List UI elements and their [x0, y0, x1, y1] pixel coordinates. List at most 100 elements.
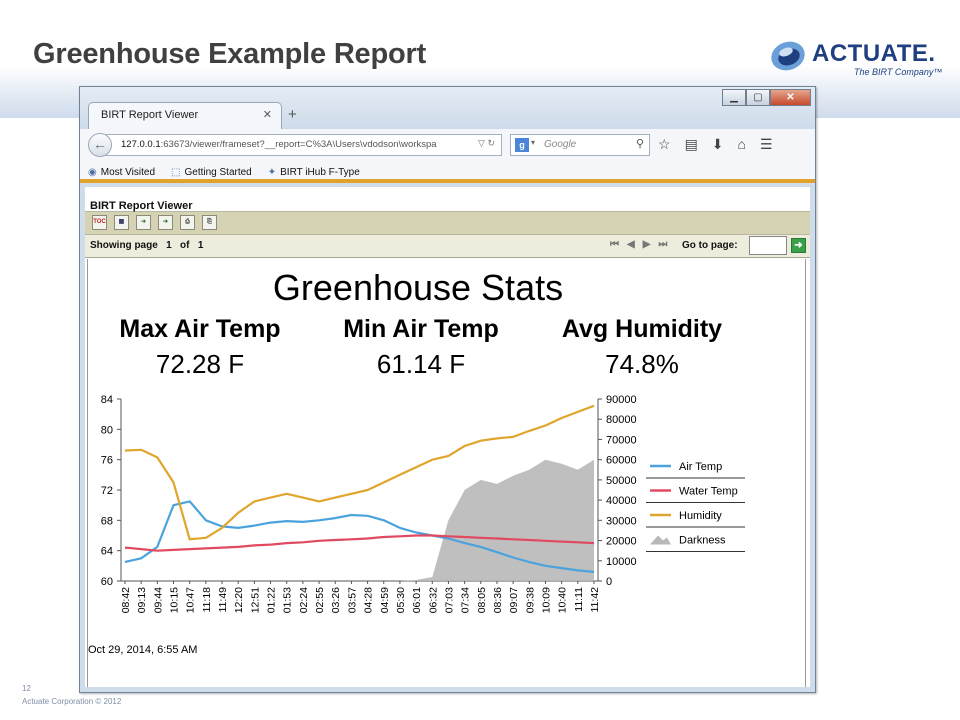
- right-tick-label: 60000: [606, 455, 637, 467]
- menu-icon[interactable]: ☰: [760, 136, 773, 153]
- birt-icon: ✦: [267, 167, 277, 178]
- left-tick-label: 68: [101, 515, 113, 527]
- birt-viewer: BIRT Report Viewer TOC ▦ ➜ ➔ ⎙ ⎘ Showing…: [85, 187, 810, 687]
- first-page-icon[interactable]: ⏮: [610, 239, 619, 250]
- search-placeholder: Google: [544, 139, 577, 150]
- star-icon[interactable]: ☆: [658, 136, 671, 153]
- x-tick-label: 12:20: [233, 587, 245, 613]
- x-tick-label: 07:34: [460, 587, 472, 613]
- legend-humidity-label: Humidity: [679, 510, 722, 522]
- bookmark-icon: ◉: [88, 167, 97, 178]
- viewer-toolbar: TOC ▦ ➜ ➔ ⎙ ⎘: [85, 212, 810, 235]
- x-tick-label: 10:47: [185, 587, 197, 613]
- tab-title: BIRT Report Viewer: [101, 109, 199, 121]
- stat-value-avg-humidity: 74.8%: [605, 349, 679, 379]
- right-tick-label: 80000: [606, 414, 637, 426]
- actuate-swirl-icon: [771, 41, 805, 71]
- right-tick-label: 30000: [606, 515, 637, 527]
- report-title: Greenhouse Stats: [272, 267, 564, 308]
- report-canvas: Greenhouse Stats Max Air Temp 72.28 F Mi…: [87, 259, 806, 687]
- right-tick-label: 90000: [606, 394, 637, 406]
- x-tick-label: 08:42: [120, 587, 132, 613]
- bookmark-getting-started[interactable]: ⬚ Getting Started: [171, 166, 252, 179]
- logo-tagline: The BIRT Company™: [854, 67, 943, 77]
- page-navigation-bar: Showing page 1 of 1 ⏮ ◀ ▶ ⏭ Go to page: …: [85, 235, 810, 258]
- export-report-icon[interactable]: ➔: [158, 215, 173, 230]
- browser-tab[interactable]: BIRT Report Viewer ✕: [88, 102, 282, 129]
- x-tick-label: 02:55: [314, 587, 326, 613]
- report-timestamp: Oct 29, 2014, 6:55 AM: [88, 644, 198, 656]
- series-darkness-area: [125, 459, 594, 581]
- bookmarks-bar: ◉ Most Visited ⬚ Getting Started ✦ BIRT iHu…: [80, 161, 815, 183]
- right-tick-label: 70000: [606, 434, 637, 446]
- slide-number: 12: [22, 684, 31, 693]
- x-tick-label: 05:30: [395, 587, 407, 613]
- stat-label-min-air-temp: Min Air Temp: [343, 315, 499, 343]
- x-tick-label: 11:18: [201, 587, 213, 613]
- export-data-icon[interactable]: ➜: [136, 215, 151, 230]
- slide-copyright: Actuate Corporation © 2012: [22, 697, 122, 706]
- search-engine-caret-icon[interactable]: ▾: [531, 138, 535, 147]
- x-tick-label: 10:09: [540, 587, 552, 613]
- goto-page-button[interactable]: ➜: [791, 238, 806, 253]
- left-tick-label: 80: [101, 424, 113, 436]
- home-icon[interactable]: ⌂: [738, 136, 746, 153]
- right-tick-label: 20000: [606, 536, 637, 548]
- navbar-icons: ☆ ▤ ⬇ ⌂ ☰: [658, 136, 773, 153]
- greenhouse-chart: 60 64 68 72 76 80 84 0 10000 20000 30000 40000 50000…: [101, 394, 745, 613]
- search-bar[interactable]: g ▾ Google ⚲: [510, 134, 650, 156]
- maximize-button[interactable]: ▢: [746, 89, 770, 106]
- prev-page-icon[interactable]: ◀: [627, 239, 635, 250]
- left-tick-label: 76: [101, 455, 113, 467]
- x-tick-label: 01:22: [266, 587, 278, 613]
- stat-label-avg-humidity: Avg Humidity: [561, 315, 723, 343]
- x-tick-label: 11:42: [589, 587, 601, 613]
- bookmark-most-visited[interactable]: ◉ Most Visited: [88, 166, 155, 179]
- url-host: 127.0.0.1: [121, 139, 161, 150]
- last-page-icon[interactable]: ⏭: [658, 239, 667, 250]
- close-window-button[interactable]: ✕: [770, 89, 811, 106]
- right-tick-label: 40000: [606, 495, 637, 507]
- slide-title: Greenhouse Example Report: [33, 38, 427, 70]
- x-tick-label: 02:24: [298, 587, 310, 613]
- total-pages: 1: [197, 240, 204, 251]
- reload-icon[interactable]: ▽ ↻: [478, 138, 495, 149]
- goto-page-input[interactable]: [749, 236, 787, 255]
- left-tick-label: 64: [101, 546, 113, 558]
- legend-air-temp-label: Air Temp: [679, 461, 722, 473]
- bookmark-birt-ihub[interactable]: ✦ BIRT iHub F-Type: [268, 166, 360, 179]
- minimize-button[interactable]: ▁: [722, 89, 746, 106]
- stat-value-max-air-temp: 72.28 F: [155, 349, 245, 379]
- actuate-logo: ACTUATE. The BIRT Company™: [768, 36, 948, 82]
- reading-list-icon[interactable]: ▤: [685, 136, 698, 153]
- window-controls: ▁ ▢ ✕: [722, 89, 811, 106]
- x-tick-label: 06:01: [411, 587, 423, 613]
- print-icon[interactable]: ⎙: [180, 215, 195, 230]
- legend-water-temp-label: Water Temp: [679, 486, 738, 498]
- of-label: of: [180, 240, 190, 251]
- x-tick-label: 10:15: [169, 587, 181, 613]
- x-tick-label: 09:07: [508, 587, 520, 613]
- magnifier-icon[interactable]: ⚲: [636, 137, 644, 150]
- x-tick-label: 08:05: [476, 587, 488, 613]
- x-tick-label: 09:38: [524, 587, 536, 613]
- x-tick-label: 07:03: [443, 587, 455, 613]
- pager-controls: ⏮ ◀ ▶ ⏭: [610, 239, 667, 250]
- current-page: 1: [166, 240, 172, 251]
- parameters-icon[interactable]: ▦: [114, 215, 129, 230]
- download-icon[interactable]: ⬇: [712, 136, 724, 153]
- toc-icon[interactable]: TOC: [92, 215, 107, 230]
- stat-label-max-air-temp: Max Air Temp: [119, 315, 281, 343]
- x-tick-label: 03:26: [330, 587, 342, 613]
- legend-darkness-label: Darkness: [679, 535, 726, 547]
- left-tick-label: 84: [101, 394, 113, 406]
- right-tick-label: 10000: [606, 556, 637, 568]
- url-bar[interactable]: 127.0.0.1:63673/viewer/frameset?__report…: [106, 134, 502, 156]
- next-page-icon[interactable]: ▶: [643, 239, 651, 250]
- url-path: :63673/viewer/frameset?__report=C%3A\Use…: [160, 139, 437, 150]
- new-tab-icon[interactable]: +: [288, 106, 297, 123]
- close-tab-icon[interactable]: ✕: [263, 108, 272, 121]
- back-arrow-icon[interactable]: ←: [88, 133, 112, 157]
- print-server-icon[interactable]: ⎘: [202, 215, 217, 230]
- left-tick-label: 60: [101, 576, 113, 588]
